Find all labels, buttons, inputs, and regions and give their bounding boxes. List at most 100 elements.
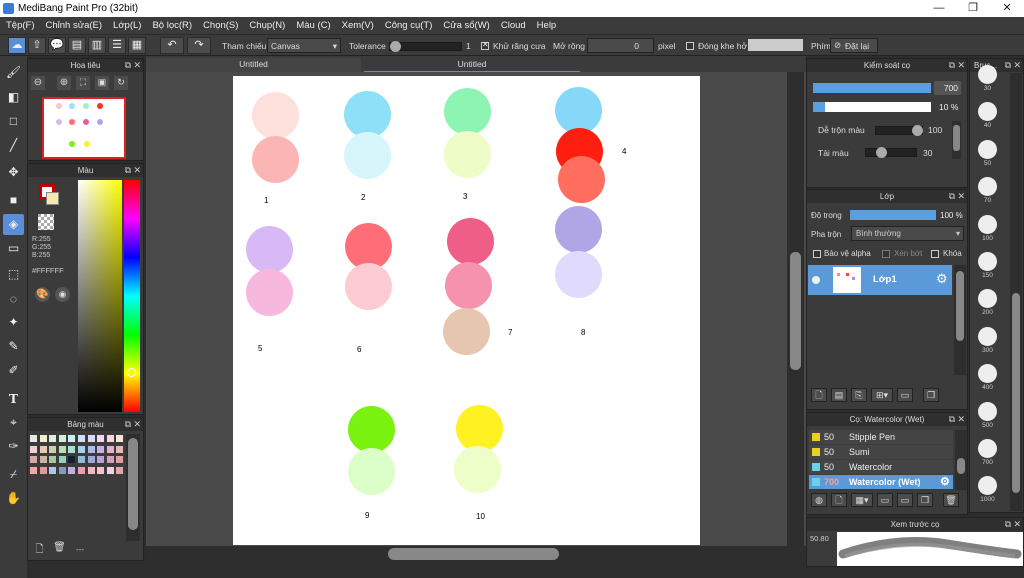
scroll-thumb[interactable]: [1012, 293, 1020, 493]
menu-tools[interactable]: Công cụ(T): [379, 17, 438, 31]
reference-select[interactable]: Canvas ▾: [267, 38, 341, 53]
grid-icon[interactable]: ▦: [128, 37, 146, 54]
palette-swatch[interactable]: [58, 466, 66, 474]
popout-icon[interactable]: ⧉: [125, 59, 131, 72]
palette-swatch[interactable]: [106, 466, 114, 474]
palette-swatch[interactable]: [87, 445, 95, 453]
menu-select[interactable]: Chọn(S): [197, 17, 243, 31]
eye-icon[interactable]: [812, 276, 820, 284]
expand-stepper[interactable]: 0: [587, 38, 654, 53]
scroll-thumb[interactable]: [956, 271, 964, 341]
palette-swatch[interactable]: [116, 445, 124, 453]
menu-filter[interactable]: Bộ lọc(R): [146, 17, 197, 31]
reload-slider[interactable]: [865, 147, 917, 158]
tab-untitled-2[interactable]: Untitled: [364, 58, 580, 72]
eraser-tool-icon[interactable]: ◧: [3, 87, 24, 108]
close-gap-checkbox[interactable]: [686, 42, 694, 50]
palette-swatch[interactable]: [78, 445, 85, 453]
close-icon[interactable]: ✕: [957, 190, 965, 203]
hue-handle[interactable]: [127, 368, 136, 377]
palette-swatch[interactable]: [49, 435, 57, 442]
popout-icon[interactable]: ⧉: [1005, 518, 1011, 531]
brush-size-scrollbar[interactable]: [1010, 73, 1022, 511]
palette-swatch[interactable]: [39, 466, 47, 474]
rectangle-tool-icon[interactable]: □: [3, 111, 24, 132]
minimize-button[interactable]: —: [922, 0, 956, 17]
palette-swatch[interactable]: [78, 435, 85, 442]
palette-swatch[interactable]: [49, 466, 57, 474]
brush-size-dot[interactable]: [978, 139, 997, 159]
menu-help[interactable]: Help: [531, 17, 562, 31]
new-palette-icon[interactable]: 🗋: [32, 542, 47, 556]
palette-swatch[interactable]: [68, 435, 76, 442]
brush-size-dot[interactable]: [978, 214, 997, 234]
palette-swatch[interactable]: [39, 456, 47, 463]
menu-edit[interactable]: Chỉnh sửa(E): [40, 17, 108, 31]
duplicate-layer-icon[interactable]: ⎘: [851, 388, 867, 402]
text-tool-icon[interactable]: T: [3, 389, 24, 410]
add-brush-icon[interactable]: ◍: [811, 493, 827, 507]
line-tool-icon[interactable]: ╱: [3, 135, 24, 156]
menu-view[interactable]: Xem(V): [336, 17, 379, 31]
trash-icon[interactable]: 🗑: [52, 542, 67, 556]
lasso-tool-icon[interactable]: ◌: [3, 289, 24, 310]
brush-tool-icon[interactable]: 🖌: [3, 62, 24, 83]
brush-item-watercolor-wet[interactable]: 700 Watercolor (Wet) ⚙: [809, 475, 953, 489]
palette-swatch[interactable]: [30, 435, 37, 442]
maximize-button[interactable]: ❐: [956, 0, 990, 17]
palette-swatch[interactable]: [116, 435, 124, 442]
palette-swatch[interactable]: [58, 435, 66, 442]
lock-checkbox[interactable]: [931, 250, 939, 258]
palette-swatch[interactable]: [106, 435, 114, 442]
palette-swatch[interactable]: [116, 456, 124, 463]
close-icon[interactable]: ✕: [1013, 518, 1021, 531]
fill-rect-tool-icon[interactable]: ■: [3, 190, 24, 211]
saturation-value-picker[interactable]: [78, 180, 122, 412]
close-gap-slider[interactable]: [748, 39, 803, 51]
palette-swatch[interactable]: [116, 466, 124, 474]
close-icon[interactable]: ✕: [133, 418, 141, 431]
layer-blend-select[interactable]: Bình thường ▾: [851, 226, 964, 241]
popout-icon[interactable]: ⧉: [125, 164, 131, 177]
brush-list-scrollbar[interactable]: [955, 430, 967, 490]
import-brush-icon[interactable]: ▭: [877, 493, 893, 507]
palette-swatch[interactable]: [97, 445, 105, 453]
scroll-thumb[interactable]: [128, 438, 138, 530]
palette-swatch[interactable]: [49, 445, 57, 453]
brush-size-dot[interactable]: [978, 65, 997, 84]
palette-swatch[interactable]: [97, 435, 105, 442]
palette-swatch[interactable]: [97, 456, 105, 463]
select-eraser-tool-icon[interactable]: ✐: [3, 360, 24, 381]
palette-swatch[interactable]: [78, 466, 85, 474]
palette-swatch[interactable]: [30, 456, 37, 463]
brush-size-dot[interactable]: [978, 401, 997, 421]
palette-swatch[interactable]: [106, 445, 114, 453]
cloud-icon[interactable]: ☁: [8, 37, 26, 54]
new-layer-icon[interactable]: 🗋: [811, 388, 827, 402]
copy-layer-icon[interactable]: ❐: [923, 388, 939, 402]
list-icon[interactable]: ☰: [108, 37, 126, 54]
palette-swatch[interactable]: [30, 466, 37, 474]
menu-color[interactable]: Màu (C): [290, 17, 335, 31]
brush-opacity-bar[interactable]: [813, 102, 931, 112]
hue-slider[interactable]: [124, 180, 140, 412]
brush-item-watercolor[interactable]: 50 Watercolor: [809, 460, 953, 474]
gear-icon[interactable]: ⚙: [940, 475, 950, 489]
move-tool-icon[interactable]: ✥: [3, 162, 24, 183]
canvas-horizontal-scrollbar[interactable]: [146, 546, 806, 562]
palette-swatch[interactable]: [78, 456, 85, 463]
palette-swatch[interactable]: [68, 445, 76, 453]
palette-swatch[interactable]: [87, 466, 95, 474]
slider-handle[interactable]: [912, 125, 923, 136]
scroll-thumb[interactable]: [790, 252, 801, 370]
bucket-tool-icon[interactable]: ◈: [3, 214, 24, 235]
eyedropper-tool-icon[interactable]: ⌿: [3, 464, 24, 485]
close-icon[interactable]: ✕: [133, 164, 141, 177]
brush-size-dot[interactable]: [978, 326, 997, 346]
trash-icon[interactable]: 🗑: [943, 493, 959, 507]
menu-window[interactable]: Cửa sổ(W): [437, 17, 494, 31]
canvas-paper[interactable]: 1 2 3 4 5 6 7 8 9 10: [233, 76, 700, 545]
select-rect-tool-icon[interactable]: ⬚: [3, 264, 24, 285]
brush-size-dot[interactable]: [978, 252, 997, 271]
scroll-thumb[interactable]: [388, 548, 559, 560]
